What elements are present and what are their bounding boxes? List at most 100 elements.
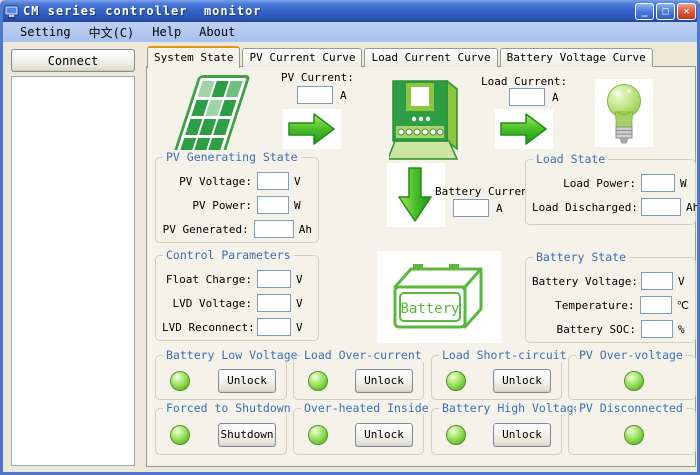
alarm-title: Load Over-current xyxy=(301,348,425,362)
status-led xyxy=(308,425,328,445)
tab-system-state[interactable]: System State xyxy=(147,46,240,68)
minimize-icon[interactable]: _ xyxy=(635,3,654,20)
field-unit: Ah xyxy=(299,223,312,236)
tab-pv-current-curve[interactable]: PV Current Curve xyxy=(242,48,362,67)
menubar: Setting 中文(C) Help About xyxy=(3,22,697,42)
field-label: Load Discharged: xyxy=(532,201,636,214)
group-title: Control Parameters xyxy=(163,248,294,262)
field-unit: Ah xyxy=(686,201,699,214)
battery-icon: Battery xyxy=(377,251,501,343)
battery-current-unit: A xyxy=(496,202,503,215)
app-icon xyxy=(4,4,19,19)
charge-controller-icon xyxy=(389,77,463,161)
field-unit: ℃ xyxy=(677,299,689,312)
field-unit: % xyxy=(678,323,685,336)
load-power-input[interactable] xyxy=(641,174,675,192)
field-unit: W xyxy=(680,177,687,190)
alarm-forced-to-shutdown: Forced to Shutdown Shutdown xyxy=(155,408,287,455)
status-led xyxy=(446,371,466,391)
field-unit: V xyxy=(296,273,303,286)
alarm-title: Over-heated Inside xyxy=(301,401,432,415)
maximize-icon[interactable]: □ xyxy=(656,3,675,20)
float-charge-input[interactable] xyxy=(257,270,291,288)
field-label: PV Voltage: xyxy=(162,175,252,188)
temperature-input[interactable] xyxy=(640,296,672,314)
menu-item-language[interactable]: 中文(C) xyxy=(80,23,144,42)
field-unit: V xyxy=(296,297,303,310)
menu-item-setting[interactable]: Setting xyxy=(11,24,80,40)
unlock-button-over-heated[interactable]: Unlock xyxy=(355,423,413,447)
field-label: Load Power: xyxy=(532,177,636,190)
unlock-button-load-short-circuit[interactable]: Unlock xyxy=(493,369,551,393)
group-control-parameters: Control Parameters Float Charge:V LVD Vo… xyxy=(155,255,319,341)
field-unit: V xyxy=(296,321,303,334)
alarm-title: Battery Low Voltage xyxy=(163,348,301,362)
lvd-reconnect-input[interactable] xyxy=(257,318,291,336)
pv-current-unit: A xyxy=(340,89,347,102)
group-load-state: Load State Load Power:W Load Discharged:… xyxy=(525,159,696,225)
load-current-input[interactable] xyxy=(509,88,545,106)
shutdown-button[interactable]: Shutdown xyxy=(218,423,276,447)
device-listbox[interactable] xyxy=(11,76,135,466)
group-battery-state: Battery State Battery Voltage:V Temperat… xyxy=(525,257,696,343)
status-led xyxy=(170,371,190,391)
load-current-unit: A xyxy=(552,91,559,104)
pv-generated-input[interactable] xyxy=(254,220,294,238)
close-icon[interactable]: ✕ xyxy=(677,3,696,20)
app-window: CM series controller monitor _ □ ✕ Setti… xyxy=(0,0,700,475)
pv-power-input[interactable] xyxy=(257,196,289,214)
arrow-right-icon xyxy=(495,109,553,149)
field-unit: W xyxy=(294,199,301,212)
menu-item-about[interactable]: About xyxy=(190,24,244,40)
alarm-title: Forced to Shutdown xyxy=(163,401,294,415)
battery-soc-input[interactable] xyxy=(641,320,673,338)
window-title: CM series controller monitor xyxy=(23,4,631,18)
lvd-voltage-input[interactable] xyxy=(257,294,291,312)
tabpage-system-state: PV Current: A Load Current: A xyxy=(146,66,696,467)
battery-icon-label: Battery xyxy=(400,301,459,317)
alarm-title: Load Short-circuit xyxy=(439,348,570,362)
solar-panel-icon xyxy=(185,75,237,159)
field-label: PV Generated: xyxy=(162,223,249,236)
alarm-load-over-current: Load Over-current Unlock xyxy=(293,355,424,400)
load-discharged-input[interactable] xyxy=(641,198,681,216)
alarm-battery-high-voltage: Battery High Voltage Unlock xyxy=(431,408,562,455)
battery-voltage-input[interactable] xyxy=(641,272,673,290)
alarm-load-short-circuit: Load Short-circuit Unlock xyxy=(431,355,562,400)
field-label: Float Charge: xyxy=(162,273,252,286)
pv-current-input[interactable] xyxy=(297,86,333,104)
battery-current-input[interactable] xyxy=(453,199,489,217)
status-led xyxy=(624,371,644,391)
field-label: Battery Voltage: xyxy=(532,275,636,288)
menu-item-help[interactable]: Help xyxy=(143,24,190,40)
alarm-pv-over-voltage: PV Over-voltage xyxy=(568,355,696,400)
connect-button[interactable]: Connect xyxy=(11,49,135,72)
field-label: LVD Reconnect: xyxy=(162,321,252,334)
field-label: Temperature: xyxy=(532,299,635,312)
tab-load-current-curve[interactable]: Load Current Curve xyxy=(364,48,497,67)
alarm-title: PV Disconnected xyxy=(576,401,686,415)
group-title: PV Generating State xyxy=(163,150,301,164)
pv-voltage-input[interactable] xyxy=(257,172,289,190)
unlock-button-load-over-current[interactable]: Unlock xyxy=(355,369,413,393)
status-led xyxy=(170,425,190,445)
pv-current-label: PV Current: xyxy=(281,71,354,84)
tab-battery-voltage-curve[interactable]: Battery Voltage Curve xyxy=(500,48,653,67)
field-unit: V xyxy=(294,175,301,188)
status-led xyxy=(308,371,328,391)
unlock-button-battery-high[interactable]: Unlock xyxy=(493,423,551,447)
status-led xyxy=(446,425,466,445)
unlock-button-battery-low[interactable]: Unlock xyxy=(218,369,276,393)
group-title: Load State xyxy=(533,152,608,166)
titlebar[interactable]: CM series controller monitor _ □ ✕ xyxy=(0,0,700,22)
group-title: Battery State xyxy=(533,250,629,264)
field-label: PV Power: xyxy=(162,199,252,212)
group-pv-generating-state: PV Generating State PV Voltage:V PV Powe… xyxy=(155,157,319,243)
alarm-pv-disconnected: PV Disconnected xyxy=(568,408,696,455)
arrow-right-icon xyxy=(283,109,341,149)
field-label: LVD Voltage: xyxy=(162,297,252,310)
alarm-title: Battery High Voltage xyxy=(439,401,583,415)
light-bulb-icon xyxy=(595,79,653,147)
alarm-battery-low-voltage: Battery Low Voltage Unlock xyxy=(155,355,287,400)
load-current-label: Load Current: xyxy=(481,75,567,88)
